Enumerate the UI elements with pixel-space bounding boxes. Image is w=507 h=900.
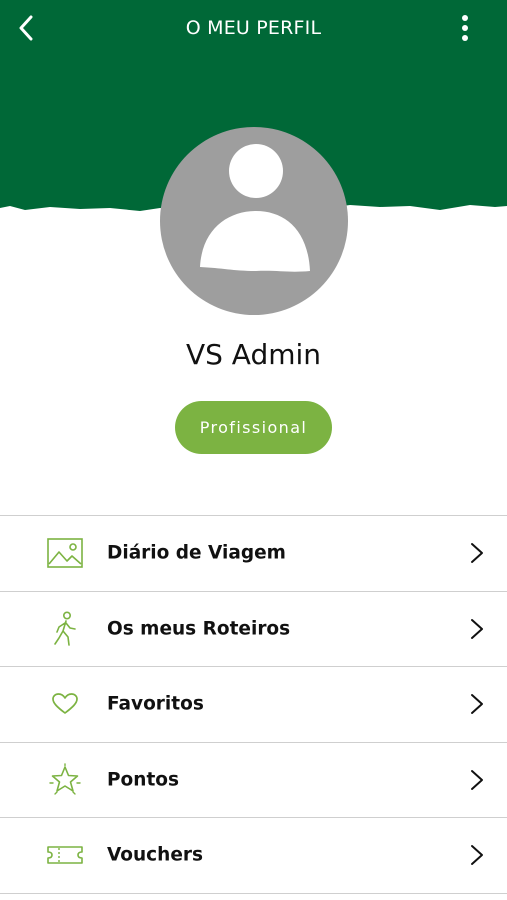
user-name: VS Admin (185, 338, 322, 371)
menu-item-vouchers[interactable]: Vouchers (0, 818, 507, 894)
star-icon (46, 762, 84, 798)
chevron-right-icon (471, 543, 483, 564)
top-app-bar: O MEU PERFIL (0, 0, 507, 56)
more-options-button[interactable] (447, 10, 483, 46)
walking-person-icon (46, 611, 84, 647)
menu-item-label: Pontos (107, 769, 180, 791)
menu-item-label: Os meus Roteiros (107, 618, 291, 640)
menu-item-favoritos[interactable]: Favoritos (0, 667, 507, 743)
chevron-right-icon (471, 845, 483, 866)
profile-menu: Diário de Viagem Os meus Roteiros Favori… (0, 515, 507, 894)
chevron-right-icon (471, 769, 483, 790)
role-badge[interactable]: Profissional (175, 401, 332, 454)
chevron-right-icon (471, 694, 483, 715)
more-vertical-icon (462, 15, 468, 41)
menu-item-pontos[interactable]: Pontos (0, 743, 507, 818)
ticket-icon (46, 837, 84, 873)
page-title: O MEU PERFIL (185, 17, 322, 39)
menu-item-label: Vouchers (107, 844, 204, 866)
heart-icon (46, 686, 84, 722)
menu-item-diario[interactable]: Diário de Viagem (0, 516, 507, 592)
menu-item-roteiros[interactable]: Os meus Roteiros (0, 592, 507, 667)
menu-item-label: Diário de Viagem (107, 542, 286, 564)
menu-item-label: Favoritos (107, 693, 204, 715)
image-icon (46, 535, 84, 571)
avatar[interactable] (158, 125, 350, 317)
chevron-right-icon (471, 618, 483, 639)
